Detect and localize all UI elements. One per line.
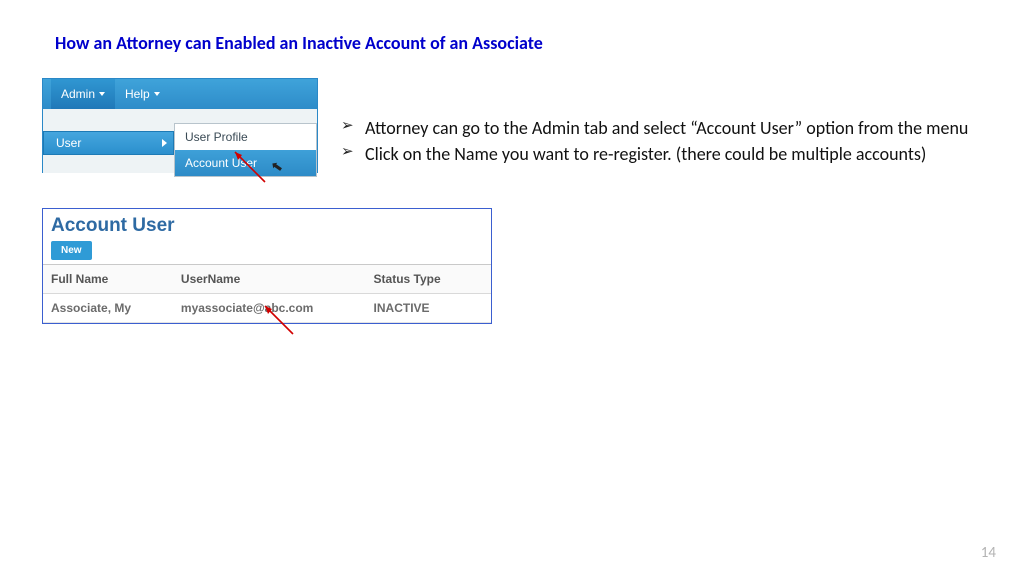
new-button[interactable]: New <box>51 241 92 260</box>
submenu-item-account-user[interactable]: Account User <box>175 150 316 176</box>
slide-title: How an Attorney can Enabled an Inactive … <box>55 32 543 54</box>
col-full-name[interactable]: Full Name <box>43 265 173 294</box>
table-header-row: Full Name UserName Status Type <box>43 265 491 294</box>
cell-full-name: Associate, My <box>43 294 173 323</box>
cell-status: INACTIVE <box>366 294 491 323</box>
caret-down-icon <box>99 92 105 96</box>
caret-down-icon <box>154 92 160 96</box>
menu-item-user-label: User <box>56 136 81 150</box>
account-user-panel-screenshot: Account User New Full Name UserName Stat… <box>42 208 492 324</box>
page-number: 14 <box>981 544 996 562</box>
instruction-list: Attorney can go to the Admin tab and sel… <box>341 116 981 169</box>
menu-tab-help-label: Help <box>125 87 150 101</box>
col-username[interactable]: UserName <box>173 265 366 294</box>
menu-item-user[interactable]: User <box>43 131 174 155</box>
instruction-item: Click on the Name you want to re-registe… <box>341 142 981 166</box>
instruction-item: Attorney can go to the Admin tab and sel… <box>341 116 981 140</box>
panel-title: Account User <box>51 215 483 237</box>
submenu: User Profile Account User <box>174 123 317 177</box>
cell-username: myassociate@abc.com <box>173 294 366 323</box>
menu-tab-admin-label: Admin <box>61 87 95 101</box>
menu-tab-help[interactable]: Help <box>115 79 170 109</box>
account-user-table: Full Name UserName Status Type Associate… <box>43 264 491 323</box>
panel-header: Account User New <box>43 209 491 264</box>
col-status[interactable]: Status Type <box>366 265 491 294</box>
table-row[interactable]: Associate, My myassociate@abc.com INACTI… <box>43 294 491 323</box>
submenu-item-user-profile[interactable]: User Profile <box>175 124 316 150</box>
chevron-right-icon <box>162 139 167 147</box>
menu-bar: Admin Help <box>43 79 317 109</box>
menu-tab-admin[interactable]: Admin <box>51 79 115 109</box>
